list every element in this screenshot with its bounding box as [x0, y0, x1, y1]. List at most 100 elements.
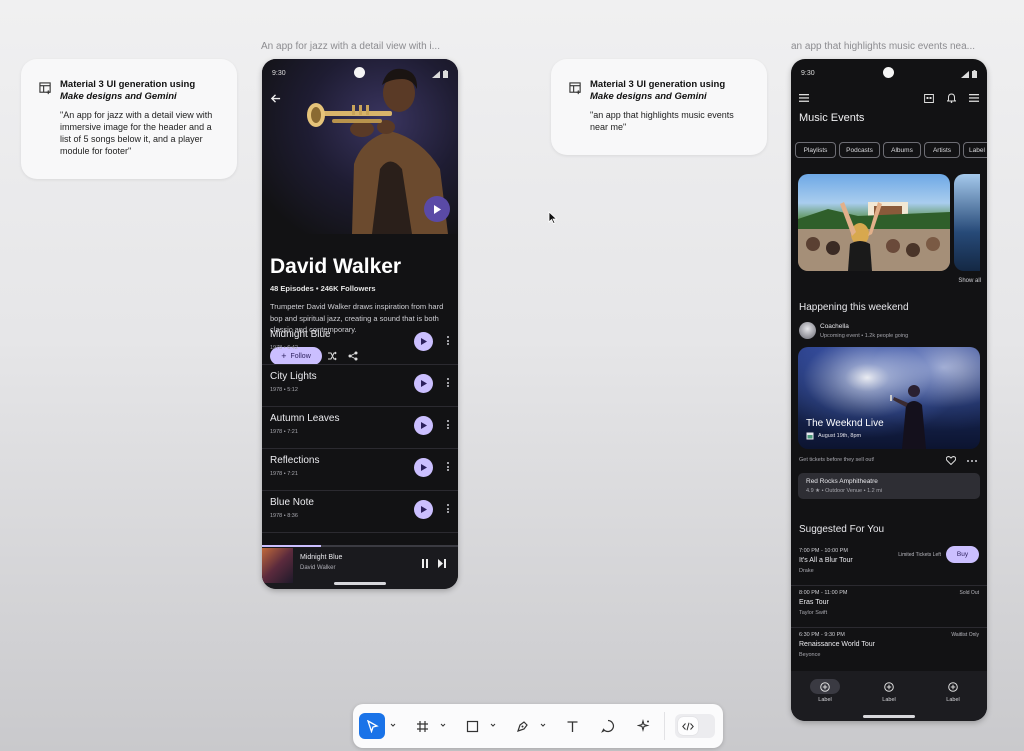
- prompt-card-events[interactable]: Material 3 UI generation using Make desi…: [551, 59, 767, 155]
- happening-heading: Happening this weekend: [799, 302, 909, 313]
- notifications-icon[interactable]: [947, 93, 956, 103]
- suggestion-time: 7:00 PM - 10:00 PM: [799, 548, 848, 554]
- show-all-link[interactable]: Show all: [958, 278, 981, 284]
- suggestion-row[interactable]: 6:30 PM - 9:30 PM Renaissance World Tour…: [791, 628, 987, 670]
- suggestion-title: Renaissance World Tour: [799, 641, 876, 648]
- frame-tool-button[interactable]: [409, 713, 435, 739]
- chip-playlists[interactable]: Playlists: [795, 142, 836, 158]
- add-circle-icon: [820, 681, 830, 692]
- featured-event-title: The Weeknd Live: [806, 418, 884, 429]
- suggestion-row[interactable]: 8:00 PM - 11:00 PM Eras Tour Taylor Swif…: [791, 586, 987, 628]
- text-tool-button[interactable]: [559, 713, 585, 739]
- song-play-button[interactable]: [414, 416, 433, 435]
- layout-icon: [569, 82, 581, 95]
- suggested-heading: Suggested For You: [799, 524, 885, 535]
- camera-cutout: [354, 67, 365, 78]
- chevron-down-icon[interactable]: [440, 722, 446, 728]
- song-play-button[interactable]: [414, 374, 433, 393]
- prompt-title: Material 3 UI generation using: [590, 79, 726, 90]
- song-row[interactable]: Reflections 1978 • 7:21: [262, 449, 458, 491]
- nav-item-3[interactable]: Label: [933, 679, 973, 709]
- song-title: Reflections: [270, 455, 320, 466]
- more-options-icon[interactable]: [447, 462, 449, 471]
- play-icon: [434, 204, 441, 214]
- venue-card[interactable]: Red Rocks Amphitheatre 4.9 ★ • Outdoor V…: [798, 473, 980, 499]
- nav-label: Label: [818, 697, 832, 703]
- chip-artists[interactable]: Artists: [924, 142, 960, 158]
- festival-image[interactable]: [798, 174, 950, 271]
- suggestion-artist: Drake: [799, 568, 814, 574]
- song-meta: 1978 • 7:21: [270, 471, 298, 477]
- frame-label-events[interactable]: an app that highlights music events nea.…: [791, 41, 975, 52]
- nav-label: Label: [882, 697, 896, 703]
- skip-next-icon[interactable]: [438, 559, 446, 568]
- jazz-app-frame[interactable]: 9:30 David Walker 48 Episodes • 246K Fol…: [262, 59, 458, 589]
- venue-meta: 4.9 ★ • Outdoor Venue • 1.2 mi: [806, 488, 883, 494]
- festival-crowd-illustration: [798, 202, 950, 271]
- artist-name: David Walker: [270, 255, 402, 278]
- comment-tool-button[interactable]: [595, 713, 621, 739]
- nav-item-1[interactable]: Label: [805, 679, 845, 709]
- now-playing-artist: David Walker: [300, 565, 336, 571]
- playback-progress-bar[interactable]: [262, 545, 458, 547]
- more-options-icon[interactable]: [447, 378, 449, 387]
- pen-tool-button[interactable]: [509, 713, 535, 739]
- song-play-button[interactable]: [414, 332, 433, 351]
- frame-label-jazz[interactable]: An app for jazz with a detail view with …: [261, 41, 440, 52]
- song-row[interactable]: Autumn Leaves 1978 • 7:21: [262, 407, 458, 449]
- play-icon: [420, 506, 427, 513]
- chip-albums[interactable]: Albums: [883, 142, 921, 158]
- calendar-icon[interactable]: [924, 93, 934, 103]
- buy-button[interactable]: Buy: [946, 546, 979, 563]
- playback-progress-fill: [262, 545, 321, 547]
- comment-icon: [601, 719, 614, 733]
- nav-label: Label: [946, 697, 960, 703]
- festival-image-next[interactable]: [954, 174, 980, 271]
- events-app-frame[interactable]: 9:30 Music Events Playlists Podcasts Alb…: [791, 59, 987, 721]
- back-arrow-icon[interactable]: [270, 93, 281, 104]
- toolbar-divider: [664, 712, 665, 740]
- chevron-down-icon[interactable]: [390, 722, 396, 728]
- rectangle-tool-button[interactable]: [459, 713, 485, 739]
- chevron-down-icon[interactable]: [490, 722, 496, 728]
- actions-tool-button[interactable]: [631, 713, 657, 739]
- song-meta: 1978 • 6:42: [270, 345, 298, 351]
- play-all-button[interactable]: [424, 196, 450, 222]
- dev-mode-toggle[interactable]: [675, 714, 715, 738]
- hamburger-menu-icon[interactable]: [799, 94, 809, 102]
- play-icon: [420, 338, 427, 345]
- pen-icon: [516, 720, 528, 732]
- more-options-icon[interactable]: [447, 336, 449, 345]
- song-row[interactable]: City Lights 1978 • 5:12: [262, 365, 458, 407]
- chip-label[interactable]: Label: [963, 142, 987, 158]
- song-row[interactable]: Midnight Blue 1978 • 6:42: [262, 323, 458, 365]
- chip-podcasts[interactable]: Podcasts: [839, 142, 880, 158]
- heart-icon[interactable]: [946, 456, 956, 465]
- song-row[interactable]: Blue Note 1978 • 8:36: [262, 491, 458, 533]
- prompt-text: "an app that highlights music events nea…: [590, 110, 734, 132]
- more-options-icon[interactable]: [447, 420, 449, 429]
- prompt-title-em: Make designs and Gemini: [590, 91, 707, 102]
- suggestion-row[interactable]: 7:00 PM - 10:00 PM It's All a Blur Tour …: [791, 544, 987, 586]
- chevron-down-icon[interactable]: [540, 722, 546, 728]
- status-time: 9:30: [801, 70, 815, 77]
- suggestion-title: Eras Tour: [799, 599, 829, 606]
- menu-icon[interactable]: [969, 94, 979, 102]
- nav-item-2[interactable]: Label: [869, 679, 909, 709]
- pause-icon[interactable]: [421, 559, 429, 568]
- song-title: Midnight Blue: [270, 329, 331, 340]
- home-indicator: [334, 582, 386, 585]
- prompt-card-jazz[interactable]: Material 3 UI generation using Make desi…: [21, 59, 237, 179]
- featured-event-card[interactable]: The Weeknd Live August 19th, 8pm: [798, 347, 980, 449]
- song-play-button[interactable]: [414, 458, 433, 477]
- actions-icon: [637, 719, 650, 733]
- now-playing-title: Midnight Blue: [300, 554, 343, 561]
- more-options-icon[interactable]: [447, 504, 449, 513]
- album-art: [262, 548, 293, 583]
- more-options-icon[interactable]: [967, 460, 977, 462]
- prompt-title: Material 3 UI generation using: [60, 79, 196, 90]
- play-icon: [420, 422, 427, 429]
- move-tool-button[interactable]: [359, 713, 385, 739]
- song-play-button[interactable]: [414, 500, 433, 519]
- camera-cutout: [883, 67, 894, 78]
